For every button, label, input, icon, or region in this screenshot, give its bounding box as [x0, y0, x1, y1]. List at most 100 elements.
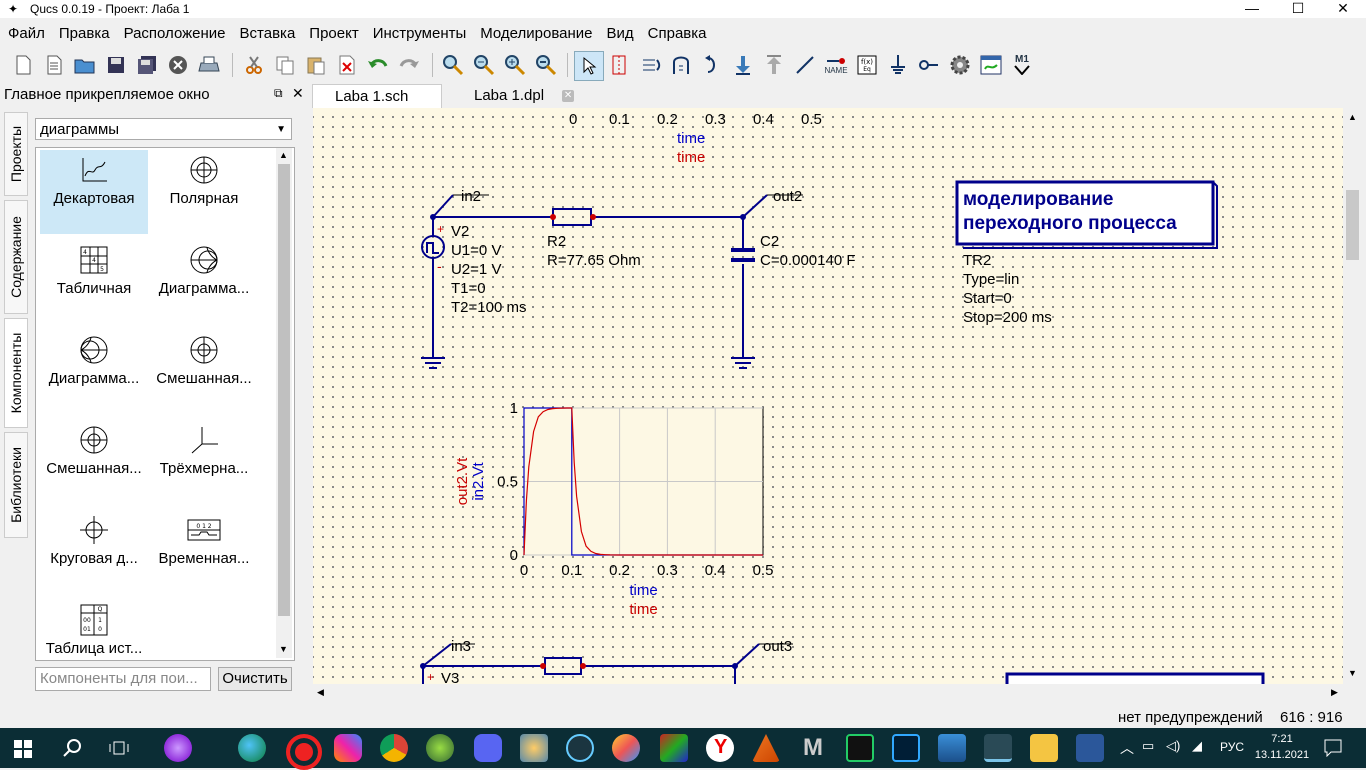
menu-tools[interactable]: Инструменты [366, 22, 474, 46]
menu-view[interactable]: Вид [600, 22, 641, 46]
paste-icon[interactable] [302, 51, 330, 79]
settings-app-icon[interactable] [520, 734, 548, 762]
print-icon[interactable] [195, 51, 223, 79]
task-view-icon[interactable] [108, 738, 130, 758]
redo-icon[interactable] [395, 51, 423, 79]
open-icon[interactable] [71, 51, 99, 79]
matlab-icon[interactable] [752, 734, 780, 762]
line-icon[interactable] [791, 51, 819, 79]
capacitor-c2-properties[interactable]: C2 C=0.000140 F [760, 232, 856, 270]
delete-icon[interactable] [333, 51, 361, 79]
component-polar-smith[interactable]: Смешанная... [150, 330, 258, 414]
language-indicator[interactable]: РУС [1220, 740, 1244, 754]
qucs-taskbar-icon[interactable] [984, 734, 1012, 762]
tab-projects[interactable]: Проекты [4, 112, 28, 196]
tab-components[interactable]: Компоненты [4, 318, 28, 428]
scroll-down-arrow[interactable]: ▼ [1348, 668, 1357, 678]
component-tabular[interactable]: 445 Табличная [40, 240, 148, 324]
menu-file[interactable]: Файл [1, 22, 52, 46]
tab-display[interactable]: Laba 1.dpl ✕ [452, 84, 600, 108]
tab-contents[interactable]: Содержание [4, 200, 28, 314]
save-all-icon[interactable] [133, 51, 161, 79]
new-icon[interactable] [9, 51, 37, 79]
close-window-button[interactable]: ✕ [1320, 0, 1366, 18]
component-3d[interactable]: Трёхмерна... [150, 420, 258, 504]
component-admittance[interactable]: Диаграмма... [40, 330, 148, 414]
zoom-in-icon[interactable] [501, 51, 529, 79]
yandex-browser-icon[interactable]: Y [706, 734, 734, 762]
component-timing[interactable]: 0 1 2 Временная... [150, 510, 258, 594]
component-smith[interactable]: Диаграмма... [150, 240, 258, 324]
scroll-right-arrow[interactable]: ▶ [1331, 687, 1338, 698]
file-explorer-icon[interactable] [1030, 734, 1058, 762]
move-up-icon[interactable] [760, 51, 788, 79]
scroll-thumb[interactable] [278, 164, 290, 616]
equation-icon[interactable]: f(x) Eq [853, 51, 881, 79]
select-icon[interactable] [574, 51, 604, 81]
component-smith-polar[interactable]: Смешанная... [40, 420, 148, 504]
dock-float-icon[interactable]: ⧉ [274, 86, 283, 101]
rotate-icon[interactable] [636, 51, 664, 79]
search-icon[interactable] [62, 738, 82, 758]
scroll-left-arrow[interactable]: ◀ [317, 687, 324, 698]
edge-browser-icon[interactable] [238, 734, 266, 762]
menu-edit[interactable]: Правка [52, 22, 117, 46]
network-icon[interactable]: ◢ [1192, 738, 1202, 754]
component-polar[interactable]: Полярная [150, 150, 258, 234]
notifications-icon[interactable] [1324, 739, 1342, 757]
schematic-canvas[interactable]: 0 0.1 0.2 0.3 0.4 0.5 time time in2 out2… [313, 108, 1343, 684]
chrome-browser-icon[interactable] [380, 734, 408, 762]
tab-libraries[interactable]: Библиотеки [4, 432, 28, 538]
maximize-button[interactable]: ☐ [1275, 0, 1321, 18]
image-viewer-icon[interactable] [938, 734, 966, 762]
assistant-app-icon[interactable] [164, 734, 192, 762]
pycharm-icon[interactable] [846, 734, 874, 762]
windows-start-icon[interactable] [14, 740, 32, 758]
battery-icon[interactable]: ▭ [1142, 738, 1154, 754]
title-textbox[interactable]: моделирование переходного процесса [963, 188, 1177, 236]
menu-project[interactable]: Проект [302, 22, 365, 46]
component-locus[interactable]: Круговая д... [40, 510, 148, 594]
close-icon[interactable] [164, 51, 192, 79]
paint-app-icon[interactable] [612, 734, 640, 762]
menu-help[interactable]: Справка [641, 22, 714, 46]
mirror-icon[interactable] [605, 51, 633, 79]
move-down-icon[interactable] [729, 51, 757, 79]
ground-symbol-icon[interactable] [884, 51, 912, 79]
zoom-out-icon[interactable] [532, 51, 560, 79]
transient-simulation-tr2[interactable]: TR2 Type=lin Start=0 Stop=200 ms [963, 251, 1052, 327]
source-v2-properties[interactable]: V2 U1=0 V U2=1 V T1=0 T2=100 ms [451, 222, 526, 317]
chat-app-icon[interactable] [334, 734, 362, 762]
zoom-select-icon[interactable] [470, 51, 498, 79]
view-data-icon[interactable] [977, 51, 1005, 79]
resistor-r2-properties[interactable]: R2 R=77.65 Ohm [547, 232, 641, 270]
wire-icon[interactable] [698, 51, 726, 79]
menu-insert[interactable]: Вставка [233, 22, 303, 46]
opera-browser-icon[interactable] [286, 734, 322, 770]
scroll-thumb[interactable] [1346, 190, 1359, 260]
canvas-horizontal-scrollbar[interactable]: ◀ ▶ [313, 684, 1343, 701]
menu-simulation[interactable]: Моделирование [473, 22, 599, 46]
mathcad-icon[interactable]: M [800, 734, 828, 762]
minimize-button[interactable]: — [1229, 0, 1275, 18]
download-manager-icon[interactable] [426, 734, 454, 762]
tray-expand-icon[interactable]: ︿ [1120, 738, 1134, 758]
save-icon[interactable] [102, 51, 130, 79]
clear-button[interactable]: Очистить [218, 667, 292, 691]
component-cartesian[interactable]: Декартовая [40, 150, 148, 234]
tab-close-icon[interactable]: ✕ [562, 90, 575, 103]
scroll-down-arrow[interactable]: ▼ [279, 644, 288, 654]
cut-icon[interactable] [240, 51, 268, 79]
scroll-up-arrow[interactable]: ▲ [279, 150, 288, 160]
category-select[interactable]: диаграммы ▼ [35, 118, 292, 140]
word-icon[interactable] [1076, 734, 1104, 762]
marker-icon[interactable]: M1 [1008, 51, 1036, 79]
volume-icon[interactable]: ◁) [1166, 738, 1180, 754]
copy-icon[interactable] [271, 51, 299, 79]
tab-schematic[interactable]: Laba 1.sch✕ [312, 84, 442, 128]
photoshop-icon[interactable] [892, 734, 920, 762]
cartesian-diagram[interactable]: 0 0.1 0.2 0.3 0.4 0.5 0 0.5 1 time time out2.Vt in2.… [453, 398, 813, 638]
math-app-icon[interactable] [566, 734, 594, 762]
name-label-icon[interactable]: NAME [822, 51, 850, 79]
clock[interactable]: 7:21 13.11.2021 [1254, 731, 1310, 763]
